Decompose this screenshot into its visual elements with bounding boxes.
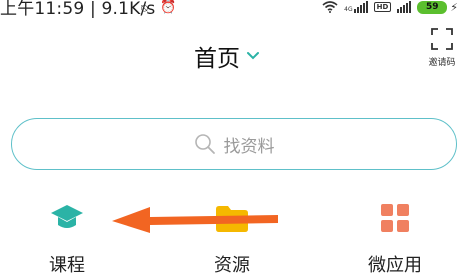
wifi-icon: [322, 1, 338, 13]
hd-voice-icon: HD: [373, 2, 392, 12]
shortcut-courses[interactable]: 课程: [22, 200, 112, 277]
do-not-disturb-icon: ⍉: [141, 2, 148, 15]
status-time: 上午11:59 | 9.1K/s: [0, 0, 156, 19]
annotation-arrow-icon: [112, 207, 278, 233]
alarm-icon: ⏰: [160, 0, 177, 15]
search-placeholder: 找资料: [223, 136, 275, 157]
network-type-label: 4G: [344, 6, 353, 13]
header: 首页 邀请码: [0, 22, 464, 100]
page-title: 首页: [194, 46, 240, 72]
title-dropdown[interactable]: 首页: [194, 39, 260, 73]
status-icons: 4G HD 59 ⚡: [322, 0, 458, 14]
charging-icon: ⚡: [450, 0, 458, 14]
shortcut-micro-apps[interactable]: 微应用: [350, 200, 440, 277]
shortcut-label: 微应用: [368, 255, 422, 276]
signal-strength-icon: 4G: [344, 1, 368, 13]
invite-code-label: 邀请码: [428, 58, 456, 68]
shortcut-label: 资源: [214, 255, 250, 276]
shortcut-label: 课程: [49, 255, 85, 276]
search-icon: [194, 134, 215, 154]
battery-icon: 59: [417, 0, 448, 14]
battery-level: 59: [426, 1, 439, 12]
chevron-down-icon: [247, 52, 259, 60]
scan-icon: [431, 28, 453, 50]
search-input[interactable]: 找资料: [11, 118, 457, 170]
graduation-cap-icon: [51, 205, 83, 228]
signal-strength-icon-2: [397, 1, 412, 13]
status-bar: 上午11:59 | 9.1K/s ⍉ ⏰ 4G HD 59 ⚡: [0, 0, 464, 22]
invite-code-button[interactable]: 邀请码: [424, 28, 460, 68]
grid-apps-icon: [381, 204, 409, 232]
